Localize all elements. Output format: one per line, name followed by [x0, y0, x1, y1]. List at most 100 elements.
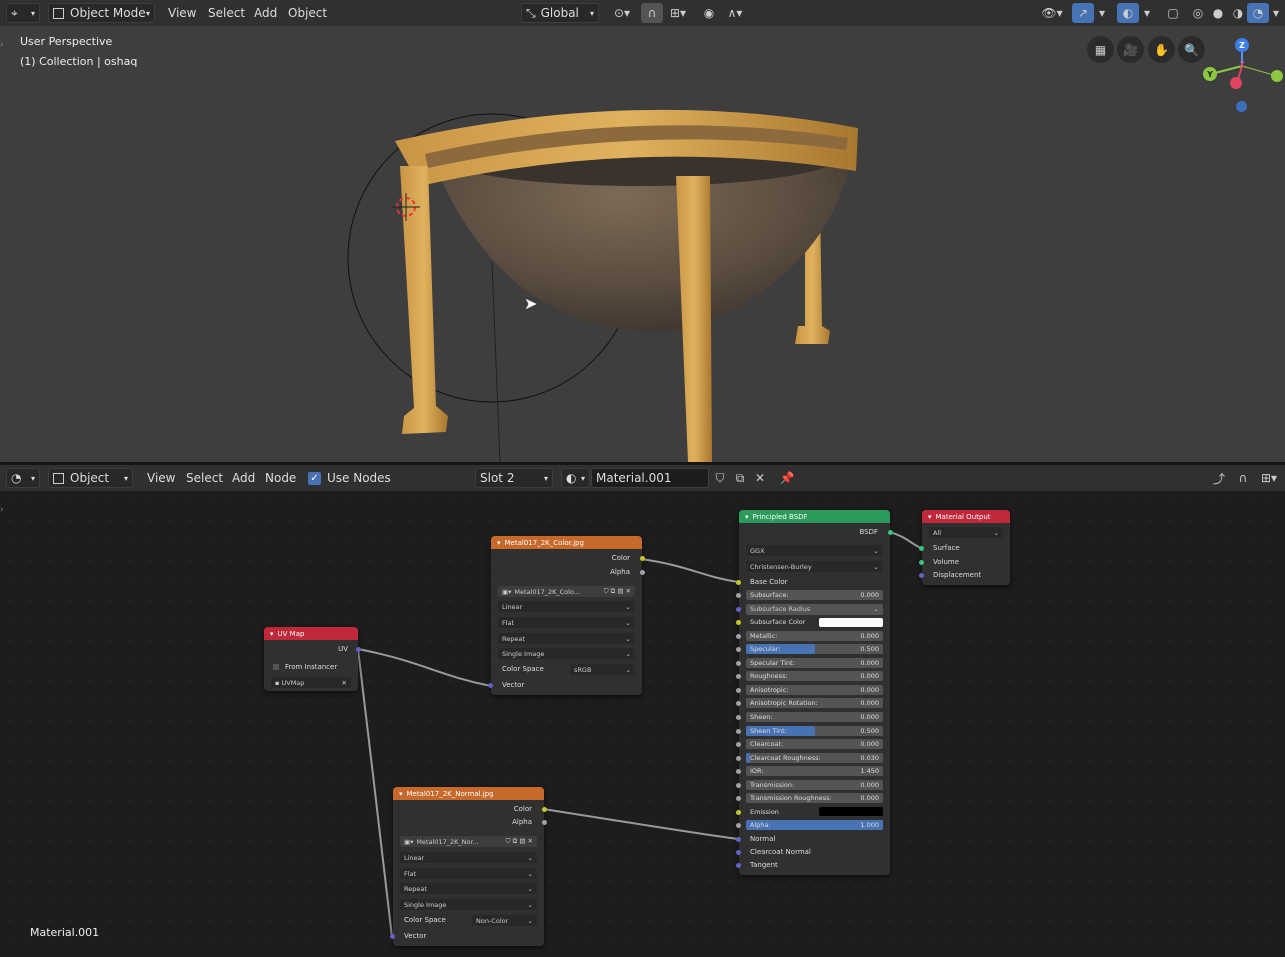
gizmo-icon[interactable]: ↗ — [1072, 3, 1094, 23]
node-menu-add[interactable]: Add — [227, 468, 260, 488]
visibility-icon[interactable]: 👁▾ — [1037, 3, 1067, 23]
y-axis-icon[interactable]: Y — [1203, 67, 1217, 81]
chevron-down-icon[interactable]: ▾ — [1094, 3, 1110, 23]
bsdf-slider-field[interactable]: Transmission: 0.000 — [746, 779, 883, 790]
z-axis-icon[interactable]: Z — [1235, 38, 1249, 52]
snap-element-icon[interactable]: ⊞▾ — [1255, 468, 1283, 488]
editor-type-button[interactable]: ⌖ ▾ — [6, 3, 40, 23]
normal-input-socket[interactable] — [736, 837, 741, 842]
projection-dropdown[interactable]: Flat ⌄ — [498, 617, 635, 628]
bsdf-input-socket[interactable] — [736, 593, 741, 598]
bsdf-input-socket[interactable] — [736, 660, 741, 666]
bsdf-input-socket[interactable] — [736, 728, 741, 734]
checkbox-icon[interactable] — [273, 664, 279, 670]
color-space-dropdown[interactable]: sRGB ⌄ — [570, 664, 635, 675]
node-menu-node[interactable]: Node — [260, 468, 301, 488]
orientation-dropdown[interactable]: ⤡ Global ▾ — [521, 3, 599, 23]
uv-map-selector[interactable]: ▪ UVMap ✕ — [271, 677, 351, 688]
bsdf-input-socket[interactable] — [736, 809, 741, 815]
uv-map-node-header[interactable]: ▾ UV Map — [264, 627, 358, 640]
tangent-socket[interactable] — [736, 863, 741, 868]
bsdf-input-socket[interactable] — [736, 633, 741, 639]
bsdf-dropdown-field[interactable]: Subsurface Radius ⌄ — [746, 603, 883, 615]
extension-dropdown[interactable]: Repeat ⌄ — [498, 633, 635, 644]
xray-icon[interactable]: ▢ — [1162, 3, 1184, 23]
snap-icon[interactable]: ∩ — [1232, 468, 1254, 488]
bsdf-input-socket[interactable] — [736, 755, 741, 761]
vector-input-socket[interactable] — [390, 934, 395, 939]
pivot-icon[interactable]: ⊙▾ — [607, 3, 637, 23]
color-texture-node-header[interactable]: ▾ Metal017_2K_Color.jpg — [491, 536, 642, 549]
volume-socket[interactable] — [919, 560, 924, 565]
node-editor-canvas[interactable]: › ▾ UV Map UV From Instancer ▪ UVMap ✕ ▾ Me… — [0, 491, 1285, 957]
bsdf-input-socket[interactable] — [736, 647, 741, 653]
bsdf-input-socket[interactable] — [736, 782, 741, 788]
bsdf-slider-field[interactable]: Specular: 0.500 — [746, 644, 883, 655]
falloff-icon[interactable]: ∧▾ — [720, 3, 750, 23]
bsdf-slider-field[interactable]: Anisotropic Rotation: 0.000 — [746, 698, 883, 709]
bsdf-input-socket[interactable] — [736, 714, 741, 720]
neg-z-axis-icon[interactable] — [1236, 101, 1247, 112]
vector-input-socket[interactable] — [488, 683, 493, 688]
mode-dropdown[interactable]: Object Mode ▾ — [48, 3, 155, 23]
uv-map-node[interactable]: ▾ UV Map UV From Instancer ▪ UVMap ✕ — [264, 627, 361, 691]
bsdf-slider-field[interactable]: Transmission Roughness: 0.000 — [746, 793, 883, 804]
bsdf-slider-field[interactable]: Anisotropic: 0.000 — [746, 684, 883, 695]
proportional-editing-icon[interactable]: ◉ — [698, 3, 720, 23]
surface-socket[interactable] — [919, 546, 924, 551]
image-actions-icons[interactable]: ⛉ ⧉ ▤ ✕ — [506, 837, 533, 846]
use-nodes-toggle[interactable]: ✓ Use Nodes — [308, 468, 391, 488]
bsdf-input-socket[interactable] — [736, 769, 741, 775]
neg-y-axis-icon[interactable] — [1271, 70, 1283, 82]
interpolation-dropdown[interactable]: Linear ⌄ — [400, 852, 537, 863]
duplicate-material-icon[interactable]: ⧉ — [729, 468, 751, 488]
collapse-icon[interactable]: ▾ — [745, 513, 749, 521]
bsdf-slider-field[interactable]: Metallic: 0.000 — [746, 630, 883, 641]
wireframe-shading-icon[interactable]: ◎ — [1187, 3, 1209, 23]
clearcoat-normal-socket[interactable] — [736, 850, 741, 855]
snap-target-icon[interactable]: ⊞▾ — [663, 3, 693, 23]
bsdf-output-socket[interactable] — [888, 530, 893, 535]
ortho-toggle-icon[interactable]: ▦ — [1087, 36, 1114, 63]
image-selector[interactable]: ▣▾ Metal017_2K_Colo... ⛉ ⧉ ▤ ✕ — [498, 586, 635, 597]
distribution-dropdown[interactable]: GGX ⌄ — [746, 545, 883, 556]
node-menu-view[interactable]: View — [142, 468, 180, 488]
slot-dropdown[interactable]: Slot 2 ▾ — [475, 468, 553, 488]
chevron-down-icon[interactable]: ▾ — [1269, 3, 1283, 23]
fake-user-shield-icon[interactable]: ⛉ — [709, 468, 731, 488]
bsdf-slider-field[interactable]: Specular Tint: 0.000 — [746, 657, 883, 668]
close-icon[interactable]: ✕ — [342, 679, 347, 687]
uv-output-socket[interactable] — [356, 647, 361, 652]
collapse-icon[interactable]: ▾ — [270, 630, 274, 638]
shader-type-dropdown[interactable]: Object ▾ — [48, 468, 133, 488]
pan-hand-icon[interactable]: ✋ — [1148, 36, 1175, 63]
material-shading-icon[interactable]: ◑ — [1227, 3, 1249, 23]
color-swatch[interactable] — [819, 807, 883, 817]
unlink-close-icon[interactable]: ✕ — [749, 468, 771, 488]
principled-bsdf-header[interactable]: ▾ Principled BSDF — [739, 510, 890, 523]
chevron-down-icon[interactable]: ▾ — [1139, 3, 1155, 23]
color-texture-node[interactable]: ▾ Metal017_2K_Color.jpg Color Alpha ▣▾ Met… — [488, 536, 645, 695]
bsdf-input-socket[interactable] — [736, 701, 741, 707]
bsdf-slider-field[interactable]: IOR: 1.450 — [746, 766, 883, 777]
bsdf-slider-field[interactable]: Clearcoat Roughness: 0.030 — [746, 752, 883, 763]
color-space-dropdown[interactable]: Non-Color ⌄ — [472, 915, 537, 926]
bsdf-slider-field[interactable]: Sheen: 0.000 — [746, 711, 883, 722]
base-color-socket[interactable] — [736, 580, 741, 585]
overlays-icon[interactable]: ◐ — [1117, 3, 1139, 23]
menu-object[interactable]: Object — [283, 3, 332, 23]
bsdf-input-socket[interactable] — [736, 687, 741, 693]
subsurface-method-dropdown[interactable]: Christensen-Burley ⌄ — [746, 561, 883, 572]
target-dropdown[interactable]: All ⌄ — [929, 527, 1003, 538]
normal-texture-node-header[interactable]: ▾ Metal017_2K_Normal.jpg — [393, 787, 544, 800]
bsdf-slider-field[interactable]: Roughness: 0.000 — [746, 671, 883, 682]
menu-add[interactable]: Add — [249, 3, 282, 23]
bsdf-input-socket[interactable] — [736, 796, 741, 802]
source-dropdown[interactable]: Single Image ⌄ — [400, 899, 537, 910]
bsdf-input-socket[interactable] — [736, 620, 741, 626]
solid-shading-icon[interactable]: ● — [1207, 3, 1229, 23]
pin-icon[interactable]: 📌 — [776, 468, 798, 488]
camera-icon[interactable]: 🎥 — [1117, 36, 1144, 63]
bsdf-input-socket[interactable] — [736, 823, 741, 829]
bsdf-slider-field[interactable]: Clearcoat: 0.000 — [746, 739, 883, 750]
